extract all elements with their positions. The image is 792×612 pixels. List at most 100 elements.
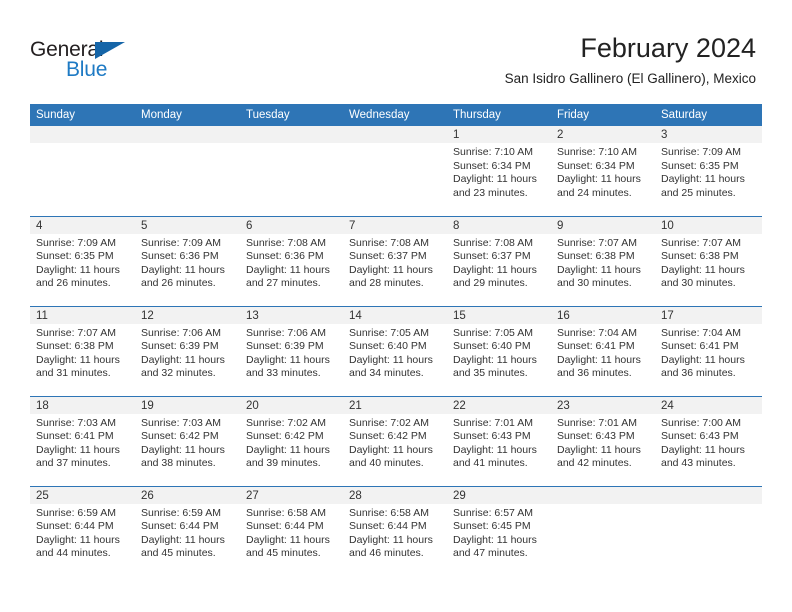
daylight-duration-line2: and 36 minutes.	[557, 367, 632, 380]
daylight-duration-line2: and 29 minutes.	[453, 277, 528, 290]
sunset-time: Sunset: 6:41 PM	[557, 340, 635, 353]
day-number: 12	[135, 306, 240, 324]
calendar-grid: Sunday Monday Tuesday Wednesday Thursday…	[30, 104, 762, 576]
sunset-time: Sunset: 6:43 PM	[453, 430, 531, 443]
daylight-duration-line1: Daylight: 11 hours	[141, 263, 225, 276]
day-number: 23	[551, 396, 655, 414]
daylight-duration-line2: and 44 minutes.	[36, 547, 111, 560]
calendar-day-cell[interactable]: 5 Sunrise: 7:09 AM Sunset: 6:36 PM Daylight…	[135, 215, 240, 306]
daylight-duration-line1: Daylight: 11 hours	[557, 263, 641, 276]
day-details: Sunrise: 6:59 AM Sunset: 6:44 PM Daylight:…	[30, 504, 135, 561]
sunset-time: Sunset: 6:36 PM	[246, 250, 324, 263]
daylight-duration-line1: Daylight: 11 hours	[453, 173, 537, 186]
daylight-duration-line2: and 25 minutes.	[661, 186, 736, 199]
sunrise-time: Sunrise: 6:57 AM	[453, 506, 533, 519]
calendar-day-cell[interactable]: 12 Sunrise: 7:06 AM Sunset: 6:39 PM Dayligh…	[135, 305, 240, 396]
sunset-time: Sunset: 6:34 PM	[557, 159, 635, 172]
sunrise-time: Sunrise: 7:01 AM	[453, 416, 533, 429]
sunset-time: Sunset: 6:39 PM	[246, 340, 324, 353]
day-details: Sunrise: 6:57 AM Sunset: 6:45 PM Daylight:…	[447, 504, 551, 561]
calendar-day-cell[interactable]: 10 Sunrise: 7:07 AM Sunset: 6:38 PM Dayligh…	[655, 215, 762, 306]
daylight-duration-line2: and 30 minutes.	[557, 277, 632, 290]
day-number: 7	[343, 216, 447, 234]
daylight-duration-line1: Daylight: 11 hours	[141, 353, 225, 366]
calendar-body: 1 Sunrise: 7:10 AM Sunset: 6:34 PM Daylight…	[30, 126, 762, 576]
calendar-day-cell[interactable]: 13 Sunrise: 7:06 AM Sunset: 6:39 PM Dayligh…	[240, 305, 343, 396]
calendar-day-cell[interactable]: 21 Sunrise: 7:02 AM Sunset: 6:42 PM Dayligh…	[343, 395, 447, 486]
calendar-day-cell[interactable]: 1 Sunrise: 7:10 AM Sunset: 6:34 PM Daylight…	[447, 126, 551, 216]
calendar-day-cell[interactable]: 22 Sunrise: 7:01 AM Sunset: 6:43 PM Dayligh…	[447, 395, 551, 486]
day-number: 22	[447, 396, 551, 414]
day-number: 8	[447, 216, 551, 234]
calendar-day-cell[interactable]: 9 Sunrise: 7:07 AM Sunset: 6:38 PM Daylight…	[551, 215, 655, 306]
sunrise-time: Sunrise: 7:00 AM	[661, 416, 741, 429]
sunset-time: Sunset: 6:44 PM	[246, 520, 324, 533]
calendar-day-cell[interactable]: 8 Sunrise: 7:08 AM Sunset: 6:37 PM Daylight…	[447, 215, 551, 306]
daylight-duration-line2: and 46 minutes.	[349, 547, 424, 560]
daylight-duration-line1: Daylight: 11 hours	[141, 533, 225, 546]
daylight-duration-line1: Daylight: 11 hours	[246, 263, 330, 276]
calendar-day-cell[interactable]: 23 Sunrise: 7:01 AM Sunset: 6:43 PM Dayligh…	[551, 395, 655, 486]
day-details: Sunrise: 7:06 AM Sunset: 6:39 PM Daylight:…	[240, 324, 343, 381]
generalblue-logo[interactable]: General Blue	[30, 38, 150, 84]
calendar-week-row: 18 Sunrise: 7:03 AM Sunset: 6:41 PM Dayligh…	[30, 395, 762, 486]
calendar-day-cell[interactable]: 6 Sunrise: 7:08 AM Sunset: 6:36 PM Daylight…	[240, 215, 343, 306]
day-number: 11	[30, 306, 135, 324]
calendar-day-cell[interactable]: 7 Sunrise: 7:08 AM Sunset: 6:37 PM Daylight…	[343, 215, 447, 306]
calendar-day-cell[interactable]: 11 Sunrise: 7:07 AM Sunset: 6:38 PM Dayligh…	[30, 305, 135, 396]
sunset-time: Sunset: 6:40 PM	[453, 340, 531, 353]
sunrise-time: Sunrise: 7:09 AM	[661, 146, 741, 158]
daylight-duration-line2: and 38 minutes.	[141, 457, 216, 470]
weekday-header-tuesday: Tuesday	[240, 104, 343, 126]
calendar-day-cell[interactable]: 17 Sunrise: 7:04 AM Sunset: 6:41 PM Dayligh…	[655, 305, 762, 396]
sunrise-time: Sunrise: 7:03 AM	[36, 416, 116, 429]
calendar-day-cell-empty	[343, 126, 447, 216]
daylight-duration-line2: and 43 minutes.	[661, 457, 736, 470]
calendar-day-cell[interactable]: 24 Sunrise: 7:00 AM Sunset: 6:43 PM Dayligh…	[655, 395, 762, 486]
weekday-header-saturday: Saturday	[655, 104, 762, 126]
calendar-day-cell[interactable]: 2 Sunrise: 7:10 AM Sunset: 6:34 PM Daylight…	[551, 126, 655, 216]
calendar-day-cell[interactable]: 18 Sunrise: 7:03 AM Sunset: 6:41 PM Dayligh…	[30, 395, 135, 486]
day-details: Sunrise: 7:08 AM Sunset: 6:37 PM Daylight:…	[447, 234, 551, 291]
daylight-duration-line2: and 47 minutes.	[453, 547, 528, 560]
calendar-day-cell[interactable]: 25 Sunrise: 6:59 AM Sunset: 6:44 PM Dayligh…	[30, 485, 135, 576]
calendar-day-cell[interactable]: 29 Sunrise: 6:57 AM Sunset: 6:45 PM Dayligh…	[447, 485, 551, 576]
daylight-duration-line1: Daylight: 11 hours	[36, 263, 120, 276]
calendar-day-cell[interactable]: 15 Sunrise: 7:05 AM Sunset: 6:40 PM Dayligh…	[447, 305, 551, 396]
day-details: Sunrise: 7:10 AM Sunset: 6:34 PM Daylight:…	[447, 143, 551, 200]
calendar-day-cell[interactable]: 26 Sunrise: 6:59 AM Sunset: 6:44 PM Dayligh…	[135, 485, 240, 576]
calendar-day-cell[interactable]: 16 Sunrise: 7:04 AM Sunset: 6:41 PM Dayligh…	[551, 305, 655, 396]
sunset-time: Sunset: 6:34 PM	[453, 159, 531, 172]
day-number: 4	[30, 216, 135, 234]
day-details: Sunrise: 7:04 AM Sunset: 6:41 PM Daylight:…	[655, 324, 762, 381]
daylight-duration-line2: and 40 minutes.	[349, 457, 424, 470]
weekday-header-row: Sunday Monday Tuesday Wednesday Thursday…	[30, 104, 762, 126]
calendar-week-row: 11 Sunrise: 7:07 AM Sunset: 6:38 PM Dayligh…	[30, 305, 762, 396]
calendar-day-cell[interactable]: 27 Sunrise: 6:58 AM Sunset: 6:44 PM Dayligh…	[240, 485, 343, 576]
day-details: Sunrise: 6:59 AM Sunset: 6:44 PM Daylight:…	[135, 504, 240, 561]
calendar-day-cell[interactable]: 19 Sunrise: 7:03 AM Sunset: 6:42 PM Dayligh…	[135, 395, 240, 486]
day-details: Sunrise: 7:02 AM Sunset: 6:42 PM Daylight:…	[343, 414, 447, 471]
calendar-day-cell[interactable]: 14 Sunrise: 7:05 AM Sunset: 6:40 PM Dayligh…	[343, 305, 447, 396]
sunset-time: Sunset: 6:38 PM	[557, 250, 635, 263]
day-number: 6	[240, 216, 343, 234]
day-number	[343, 126, 447, 143]
calendar-day-cell[interactable]: 3 Sunrise: 7:09 AM Sunset: 6:35 PM Daylight…	[655, 126, 762, 216]
sunset-time: Sunset: 6:43 PM	[557, 430, 635, 443]
sunrise-time: Sunrise: 7:03 AM	[141, 416, 221, 429]
day-details: Sunrise: 7:10 AM Sunset: 6:34 PM Daylight:…	[551, 143, 655, 200]
sunset-time: Sunset: 6:40 PM	[349, 340, 427, 353]
day-number: 20	[240, 396, 343, 414]
weekday-header-wednesday: Wednesday	[343, 104, 447, 126]
sunrise-time: Sunrise: 7:01 AM	[557, 416, 637, 429]
sunrise-time: Sunrise: 6:59 AM	[36, 506, 116, 519]
day-number	[551, 486, 655, 504]
calendar-day-cell[interactable]: 20 Sunrise: 7:02 AM Sunset: 6:42 PM Dayligh…	[240, 395, 343, 486]
sunrise-time: Sunrise: 7:02 AM	[246, 416, 326, 429]
day-number: 17	[655, 306, 762, 324]
day-details: Sunrise: 7:03 AM Sunset: 6:41 PM Daylight:…	[30, 414, 135, 471]
calendar-day-cell[interactable]: 28 Sunrise: 6:58 AM Sunset: 6:44 PM Dayligh…	[343, 485, 447, 576]
daylight-duration-line2: and 41 minutes.	[453, 457, 528, 470]
calendar-day-cell[interactable]: 4 Sunrise: 7:09 AM Sunset: 6:35 PM Daylight…	[30, 215, 135, 306]
day-number: 3	[655, 126, 762, 143]
